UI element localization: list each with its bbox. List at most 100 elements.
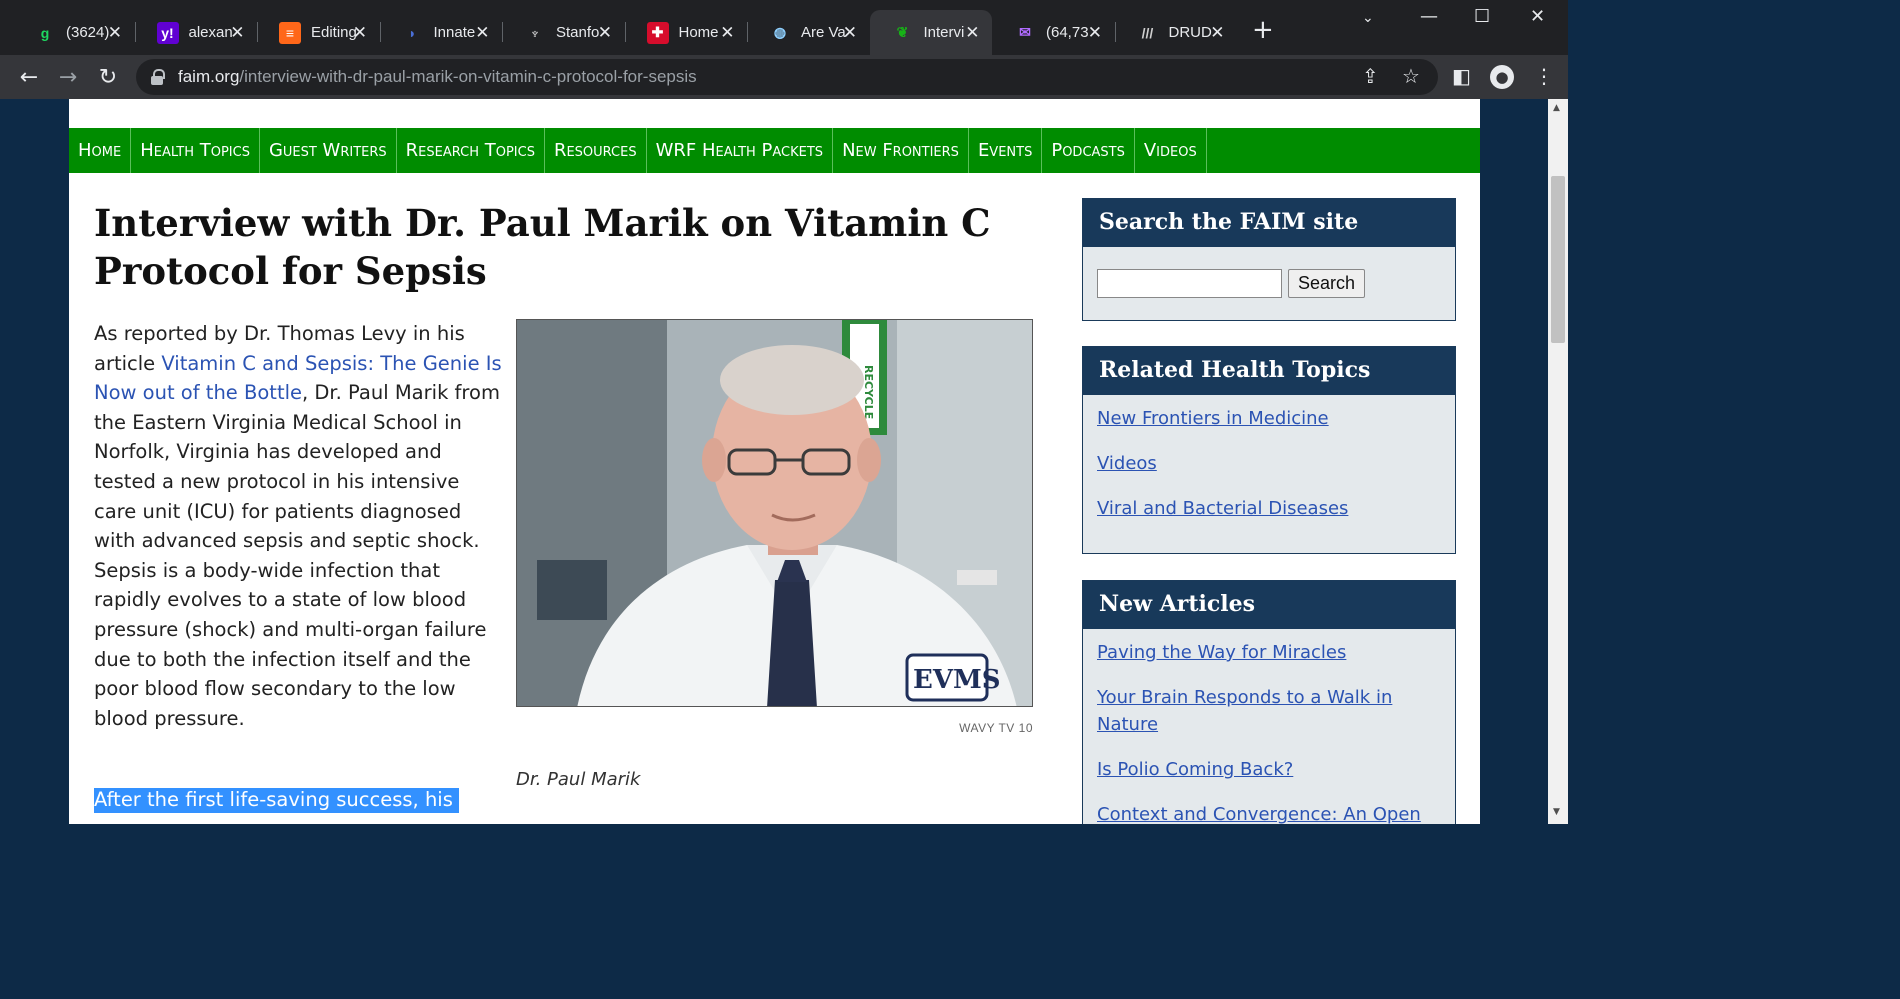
profile-icon[interactable]: ● (1490, 65, 1514, 89)
nav-item-events[interactable]: Events (969, 128, 1043, 173)
browser-tab[interactable]: ◗ Innate ✕ (380, 10, 502, 55)
address-bar[interactable]: faim.org/interview-with-dr-paul-marik-on… (136, 59, 1438, 95)
close-window-icon[interactable]: ✕ (1530, 6, 1545, 27)
highlighted-paragraph: After the first life-saving success, his (94, 785, 459, 815)
photo-credit: WAVY TV 10 (959, 721, 1033, 735)
tab-close-icon[interactable]: ✕ (230, 23, 244, 43)
new-articles-list: Paving the Way for Miracles Your Brain Re… (1083, 629, 1455, 824)
article-title: Interview with Dr. Paul Marik on Vitamin… (94, 201, 991, 293)
browser-tab[interactable]: ≡ Editing ✕ (257, 10, 379, 55)
nav-item-home[interactable]: Home (69, 128, 132, 173)
url-host: faim.org (178, 67, 240, 86)
evms-badge-text: EVMS (913, 665, 1001, 695)
minimize-icon[interactable]: — (1420, 6, 1438, 27)
tab-search-icon[interactable]: ⌄ (1362, 10, 1374, 26)
sidebar-link[interactable]: Context and Convergence: An Open (1097, 801, 1441, 824)
dr-marik-photo: RECYCLE EVMS (516, 319, 1033, 707)
browser-tab[interactable]: y! alexan ✕ (135, 10, 257, 55)
nav-item-podcasts[interactable]: Podcasts (1042, 128, 1135, 173)
tab-close-icon[interactable]: ✕ (1210, 23, 1224, 43)
reload-icon[interactable]: ↻ (93, 62, 123, 92)
intro-text-rest: , Dr. Paul Marik from the Eastern Virgin… (94, 381, 500, 730)
scroll-up-icon[interactable]: ▲ (1553, 103, 1560, 113)
tab-close-icon[interactable]: ✕ (598, 23, 612, 43)
browser-tab[interactable]: g (3624) ✕ (12, 10, 134, 55)
side-panel-icon[interactable]: ◧ (1452, 64, 1471, 88)
tab-close-icon[interactable]: ✕ (1088, 23, 1102, 43)
browser-tab[interactable]: ❦ Intervi ✕ (869, 10, 992, 55)
new-articles-widget: New Articles Paving the Way for Miracles… (1082, 580, 1456, 824)
sidebar-link[interactable]: Is Polio Coming Back? (1097, 756, 1441, 783)
stanford-icon: ♆ (529, 24, 541, 41)
sidebar-link[interactable]: Videos (1097, 450, 1441, 477)
back-icon[interactable]: ← (14, 62, 44, 92)
tab-separator (379, 22, 381, 42)
tab-close-icon[interactable]: ✕ (965, 23, 979, 43)
browser-tab[interactable]: ◍ Are Va ✕ (747, 10, 869, 55)
scroll-down-icon[interactable]: ▼ (1553, 807, 1560, 817)
article-intro-paragraph: As reported by Dr. Thomas Levy in his ar… (94, 319, 504, 733)
nav-item-wrf-health-packets[interactable]: WRF Health Packets (647, 128, 834, 173)
tab-separator (1114, 22, 1116, 42)
search-widget: Search the FAIM site Search (1082, 198, 1456, 321)
browser-tab[interactable]: ✉ (64,73 ✕ (992, 10, 1114, 55)
recycle-sign-text: RECYCLE (862, 365, 875, 419)
tab-separator (624, 22, 626, 42)
browser-tab-strip: g (3624) ✕ y! alexan ✕ ≡ Editing ✕ ◗ Innate ✕ ♆ Stanf… (0, 0, 1568, 55)
tab-close-icon[interactable]: ✕ (108, 23, 122, 43)
tab-close-icon[interactable]: ✕ (720, 23, 734, 43)
browser-tab[interactable]: ✚ Home ✕ (625, 10, 747, 55)
search-widget-title: Search the FAIM site (1083, 199, 1455, 247)
portrait-illustration: RECYCLE EVMS (517, 320, 1032, 706)
page-content: Home Health Topics Guest Writers Research T… (69, 99, 1480, 824)
tab-separator (257, 22, 258, 42)
tab-separator (502, 22, 503, 42)
scroll-thumb[interactable] (1551, 176, 1565, 343)
sidebar-link[interactable]: Viral and Bacterial Diseases (1097, 495, 1441, 522)
sidebar-link[interactable]: New Frontiers in Medicine (1097, 405, 1441, 432)
related-topics-title: Related Health Topics (1083, 347, 1455, 395)
related-topics-widget: Related Health Topics New Frontiers in M… (1082, 346, 1456, 554)
new-tab-button[interactable]: + (1252, 17, 1274, 43)
sidebar-link[interactable]: Paving the Way for Miracles (1097, 639, 1441, 666)
page-scrollbar[interactable]: ▲ ▼ (1548, 99, 1568, 824)
nav-item-videos[interactable]: Videos (1135, 128, 1207, 173)
maximize-icon[interactable]: ☐ (1474, 6, 1490, 27)
tab-close-icon[interactable]: ✕ (353, 23, 367, 43)
tab-separator (747, 22, 748, 42)
nav-item-research-topics[interactable]: Research Topics (397, 128, 545, 173)
faim-leaf-icon: ❦ (896, 24, 909, 40)
substack-icon: ≡ (279, 21, 301, 44)
share-icon[interactable]: ⇪ (1362, 64, 1379, 88)
page-icon: ◗ (408, 24, 417, 41)
search-input[interactable] (1097, 269, 1282, 298)
drudge-icon: /// (1141, 24, 1154, 41)
forward-icon[interactable]: → (53, 62, 83, 92)
lock-icon (150, 69, 165, 85)
g-icon: g (40, 24, 50, 41)
menu-kebab-icon[interactable]: ⋮ (1534, 64, 1554, 88)
nav-item-new-frontiers[interactable]: New Frontiers (833, 128, 969, 173)
browser-toolbar: ← → ↻ faim.org/interview-with-dr-paul-ma… (0, 55, 1568, 99)
yahoo-mail-icon: y! (156, 21, 179, 44)
globe-icon: ◍ (773, 24, 787, 40)
nav-item-resources[interactable]: Resources (545, 128, 647, 173)
related-topics-list: New Frontiers in Medicine Videos Viral and… (1083, 395, 1455, 550)
nav-item-guest-writers[interactable]: Guest Writers (260, 128, 397, 173)
browser-tab[interactable]: ♆ Stanfo ✕ (502, 10, 624, 55)
new-articles-title: New Articles (1083, 581, 1455, 629)
bookmark-star-icon[interactable]: ☆ (1402, 64, 1420, 88)
nav-item-health-topics[interactable]: Health Topics (131, 128, 260, 173)
photo-caption: Dr. Paul Marik (516, 769, 641, 790)
home-site-icon: ✚ (646, 21, 669, 44)
main-nav: Home Health Topics Guest Writers Research T… (69, 128, 1480, 173)
browser-tab[interactable]: ///DRUD ✕ (1115, 10, 1237, 55)
sidebar-link[interactable]: Your Brain Responds to a Walk in Nature (1097, 684, 1441, 738)
tab-close-icon[interactable]: ✕ (843, 23, 857, 43)
url-path: /interview-with-dr-paul-marik-on-vitamin… (239, 67, 697, 86)
tab-separator (134, 22, 136, 42)
tab-close-icon[interactable]: ✕ (475, 23, 489, 43)
selected-text: After the first life-saving success, his (94, 788, 459, 813)
search-button[interactable]: Search (1288, 269, 1365, 298)
mail-icon: ✉ (1019, 24, 1031, 40)
